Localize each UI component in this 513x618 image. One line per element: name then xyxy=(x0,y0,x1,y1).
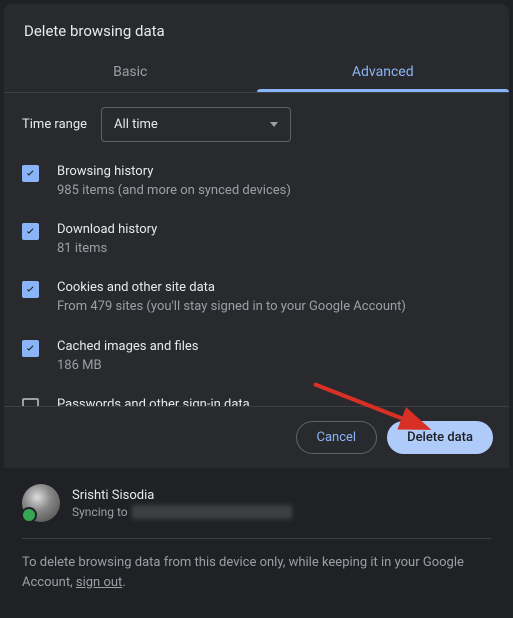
tab-basic[interactable]: Basic xyxy=(4,54,257,92)
item-label: Passwords and other sign-in data xyxy=(57,397,491,406)
item-label: Cookies and other site data xyxy=(57,280,491,295)
tabs: Basic Advanced xyxy=(4,54,509,93)
item-label: Download history xyxy=(57,222,491,237)
time-range-value: All time xyxy=(114,117,158,132)
divider xyxy=(22,538,491,539)
checkbox[interactable] xyxy=(22,223,39,240)
avatar xyxy=(22,484,60,522)
item-sublabel: 985 items (and more on synced devices) xyxy=(57,182,491,200)
time-range-label: Time range xyxy=(22,117,87,132)
time-range-select[interactable]: All time xyxy=(101,107,291,142)
account-note: To delete browsing data from this device… xyxy=(22,553,491,592)
chevron-down-icon xyxy=(270,122,278,127)
checkbox[interactable] xyxy=(22,165,39,182)
checkbox[interactable] xyxy=(22,398,39,406)
delete-data-button[interactable]: Delete data xyxy=(387,421,493,454)
list-item: Download history 81 items xyxy=(22,222,491,258)
account-section: Srishti Sisodia Syncing to To delete bro… xyxy=(4,468,509,610)
list-item: Cached images and files 186 MB xyxy=(22,339,491,375)
item-label: Browsing history xyxy=(57,164,491,179)
dialog-footer: Cancel Delete data xyxy=(4,406,509,468)
item-label: Cached images and files xyxy=(57,339,491,354)
list-item: Passwords and other sign-in data142 pass… xyxy=(22,397,491,406)
list-item: Cookies and other site data From 479 site… xyxy=(22,280,491,316)
redacted-email xyxy=(132,505,292,519)
checkbox[interactable] xyxy=(22,281,39,298)
cancel-button[interactable]: Cancel xyxy=(296,421,378,454)
item-sublabel: 186 MB xyxy=(57,357,491,375)
tab-advanced[interactable]: Advanced xyxy=(257,54,510,92)
delete-browsing-data-dialog: Delete browsing data Basic Advanced Time… xyxy=(4,4,509,610)
sign-out-link[interactable]: sign out xyxy=(76,575,122,590)
dialog-title: Delete browsing data xyxy=(4,4,509,54)
item-sublabel: 81 items xyxy=(57,240,491,258)
account-name: Srishti Sisodia xyxy=(72,488,292,503)
list-item: Browsing history 985 items (and more on s… xyxy=(22,164,491,200)
item-sublabel: From 479 sites (you'll stay signed in to… xyxy=(57,298,491,316)
content-scroll[interactable]: Time range All time Browsing history 985 … xyxy=(4,93,509,406)
checkbox[interactable] xyxy=(22,340,39,357)
account-sync-status: Syncing to xyxy=(72,505,292,519)
